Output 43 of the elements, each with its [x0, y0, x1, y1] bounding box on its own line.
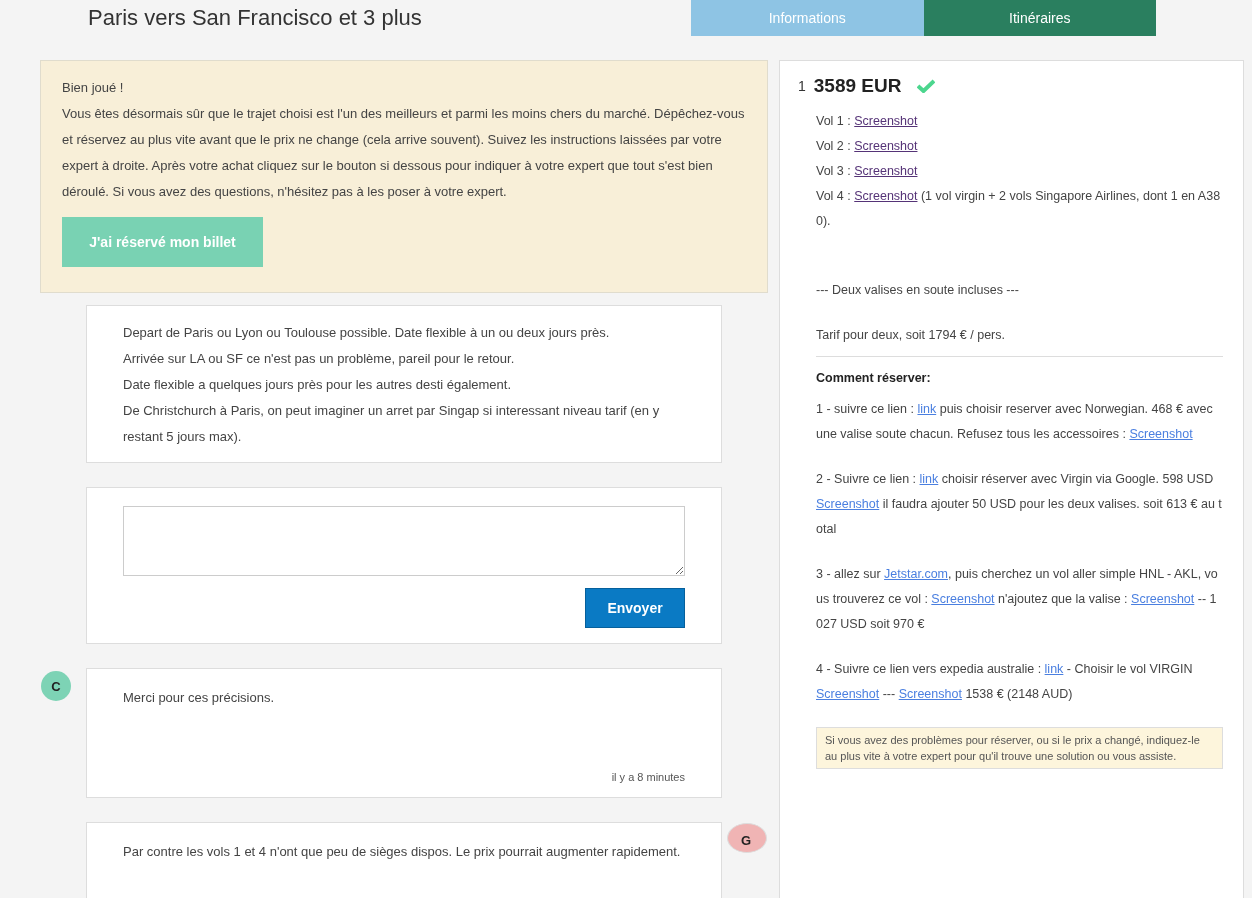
avatar-circle: G: [727, 823, 767, 853]
inline-link[interactable]: link: [917, 402, 937, 416]
message-text: Merci pour ces précisions.: [123, 689, 275, 707]
request-text: Arrivée sur LA ou SF ce n'est pas un problème, pareil pour le retour.: [123, 350, 516, 368]
inline-link[interactable]: Screenshot: [1131, 592, 1195, 606]
inline-link[interactable]: Screenshot: [898, 687, 962, 701]
flight-line: Vol 1 : Screenshot: [816, 113, 919, 130]
flight-line: Vol 2 : Screenshot: [816, 138, 919, 155]
send-button[interactable]: Envoyer: [585, 588, 685, 628]
itinerary-price: 3589 EUR: [813, 75, 902, 97]
booking-step: 3 - allez sur Jetstar.com, puis cherchez un vol aller simple HNL - AKL, vous trouverez ce vol : Screenshot n'ajoutez que la valise : Screenshot -- 1027 USD soit 970 €: [816, 562, 1223, 637]
tab[interactable]: Itinéraires: [923, 0, 1156, 36]
inline-link[interactable]: Screenshot: [854, 114, 918, 128]
message-input[interactable]: [123, 506, 685, 576]
notice-heading: Bien joué !: [62, 79, 125, 97]
inline-link[interactable]: Jetstar.com: [884, 567, 948, 581]
booking-step: 2 - Suivre ce lien : link choisir réserver avec Virgin via Google. 598 USD Screenshot il faudra ajouter 50 USD pour les deux valises. soit 613 € au total: [816, 467, 1223, 542]
message-text: Par contre les vols 1 et 4 n'ont que peu de sièges dispos. Le prix pourrait augmenter rapidement.: [123, 843, 682, 861]
how-to-book-heading: Comment réserver:: [816, 370, 932, 387]
inline-link[interactable]: link: [919, 472, 939, 486]
avatar-circle: C: [41, 671, 71, 701]
inline-link[interactable]: Screenshot: [816, 497, 880, 511]
baggage-note: --- Deux valises en soute incluses ---: [816, 282, 1020, 299]
inline-link[interactable]: Screenshot: [1129, 427, 1193, 441]
warning-note: Si vous avez des problèmes pour réserver, ou si le prix a changé, indiquez-le au plus vite à votre expert pour qu'il trouve une solution ou vous assiste.: [816, 727, 1223, 769]
inline-link[interactable]: link: [1044, 662, 1064, 676]
tariff-note: Tarif pour deux, soit 1794 € / pers.: [816, 327, 1006, 344]
message-time: il y a 8 minutes: [611, 771, 685, 783]
flight-line: Vol 3 : Screenshot: [816, 163, 919, 180]
inline-link[interactable]: Screenshot: [854, 164, 918, 178]
flight-line: Vol 4 : Screenshot (1 vol virgin + 2 vols Singapore Airlines, dont 1 en A380).: [816, 188, 1222, 230]
inline-link[interactable]: Screenshot: [816, 687, 880, 701]
booking-step: 4 - Suivre ce lien vers expedia australie : link - Choisir le vol VIRGIN Screenshot --- Screenshot 1538 € (2148 AUD): [816, 657, 1223, 707]
inline-link[interactable]: Screenshot: [931, 592, 995, 606]
request-text: De Christchurch à Paris, on peut imaginer un arret par Singap si interessant niveau tarif (en y restant 5 jours max).: [123, 402, 661, 446]
request-text: Depart de Paris ou Lyon ou Toulouse possible. Date flexible à un ou deux jours près.: [123, 324, 611, 342]
request-text: Date flexible a quelques jours près pour les autres desti également.: [123, 376, 513, 394]
booking-step: 1 - suivre ce lien : link puis choisir reserver avec Norwegian. 468 € avec une valise soute chacun. Refusez tous les accessoires : Screenshot: [816, 397, 1223, 447]
inline-link[interactable]: Screenshot: [854, 189, 918, 203]
inline-link[interactable]: Screenshot: [854, 139, 918, 153]
page-title: Paris vers San Francisco et 3 plus: [87, 4, 423, 32]
notice-text: Vous êtes désormais sûr que le trajet choisi est l'un des meilleurs et parmi les moins chers du marché. Dépêchez-vous et réservez au plus vite avant que le prix ne change (cela arrive souvent). Suivez les instructions laissées par votre expert à droite. Après votre achat cliquez sur le bouton si dessous pour indiquer à votre expert que tout s'est bien déroulé. Si vous avez des questions, n'hésitez pas à les poser à votre expert.: [62, 105, 745, 201]
itinerary-number: 1: [798, 78, 806, 94]
